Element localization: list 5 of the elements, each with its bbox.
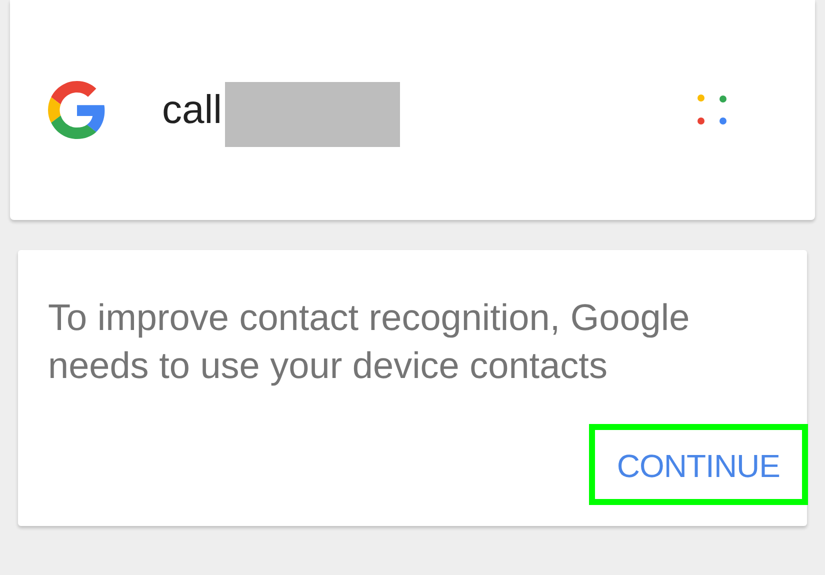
search-query: call <box>162 88 222 132</box>
continue-button[interactable]: CONTINUE <box>588 424 808 505</box>
google-logo-icon <box>48 81 106 139</box>
permission-message: To improve contact recognition, Google needs to use your device contacts <box>48 296 691 388</box>
assistant-dots-icon[interactable] <box>697 94 727 126</box>
